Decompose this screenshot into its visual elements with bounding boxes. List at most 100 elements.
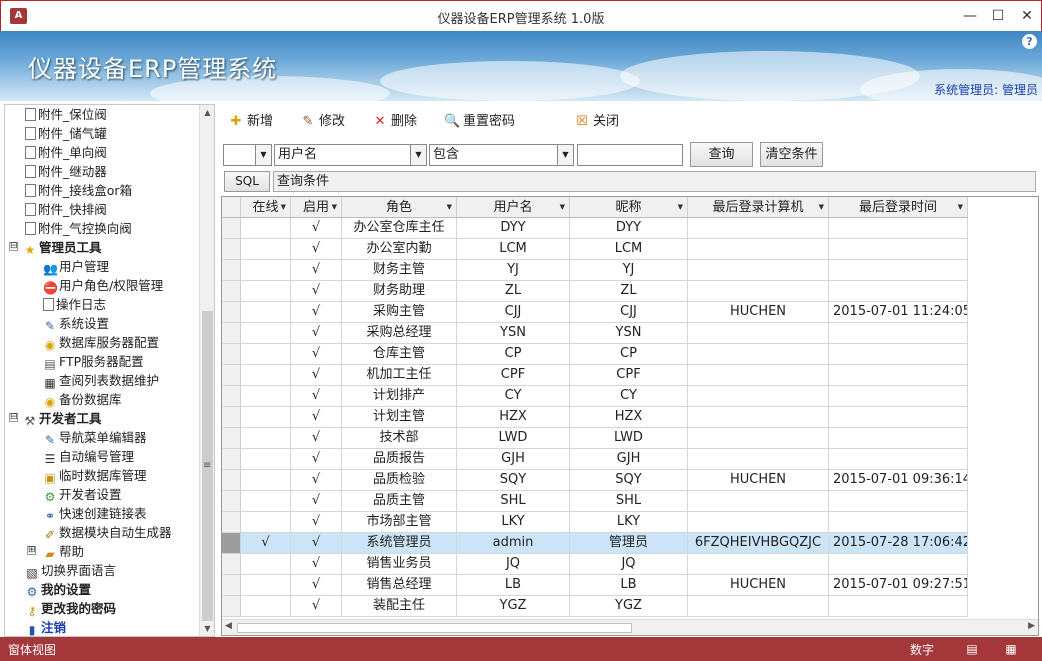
tree-item-system-settings[interactable]: ✎ 系统设置 xyxy=(43,314,109,333)
header-col-last-computer[interactable]: 最后登录计算机 ▼ xyxy=(688,197,829,218)
cell-nickname[interactable]: GJH xyxy=(570,449,688,470)
cell-role[interactable]: 销售总经理 xyxy=(342,575,457,596)
cell-last-computer[interactable] xyxy=(688,344,829,365)
scroll-right-arrow-icon[interactable]: ▶ xyxy=(1028,621,1035,631)
cell-nickname[interactable]: SHL xyxy=(570,491,688,512)
filter-value-input[interactable] xyxy=(577,144,683,166)
row-selector[interactable] xyxy=(222,323,241,344)
cell-last-time[interactable] xyxy=(829,449,968,470)
cell-last-computer[interactable] xyxy=(688,386,829,407)
sql-button[interactable]: SQL xyxy=(224,171,270,192)
cell-last-computer[interactable]: HUCHEN xyxy=(688,302,829,323)
minimize-button[interactable]: — xyxy=(956,5,984,27)
tree-group-help[interactable]: ▰ 帮助 xyxy=(43,542,84,561)
cell-role[interactable]: 财务助理 xyxy=(342,281,457,302)
tree-item[interactable]: 附件_接线盒or箱 xyxy=(25,181,132,200)
cell-last-computer[interactable] xyxy=(688,323,829,344)
tree-item[interactable]: 附件_气控换向阀 xyxy=(25,219,132,238)
cell-online[interactable] xyxy=(241,323,291,344)
cell-username[interactable]: YGZ xyxy=(457,596,570,617)
tree-item-user-management[interactable]: 👥用户管理 xyxy=(43,257,109,276)
cell-last-computer[interactable] xyxy=(688,596,829,617)
cell-nickname[interactable]: HZX xyxy=(570,407,688,428)
cell-last-time[interactable] xyxy=(829,239,968,260)
query-button[interactable]: 查询 xyxy=(690,142,753,167)
cell-last-time[interactable] xyxy=(829,281,968,302)
cell-username[interactable]: LWD xyxy=(457,428,570,449)
cell-role[interactable]: 计划排产 xyxy=(342,386,457,407)
cell-last-time[interactable] xyxy=(829,260,968,281)
cell-username[interactable]: GJH xyxy=(457,449,570,470)
cell-last-time[interactable] xyxy=(829,491,968,512)
cell-online[interactable] xyxy=(241,239,291,260)
cell-last-computer[interactable]: HUCHEN xyxy=(688,575,829,596)
cell-username[interactable]: HZX xyxy=(457,407,570,428)
cell-nickname[interactable]: YSN xyxy=(570,323,688,344)
cell-online[interactable] xyxy=(241,218,291,239)
cell-enabled[interactable]: √ xyxy=(291,365,342,386)
form-view-icon[interactable]: ▤ xyxy=(957,640,987,658)
row-selector[interactable] xyxy=(222,260,241,281)
sort-dropdown-icon[interactable]: ▼ xyxy=(332,197,337,218)
cell-online[interactable] xyxy=(241,260,291,281)
row-selector[interactable] xyxy=(222,449,241,470)
row-selector[interactable] xyxy=(222,554,241,575)
cell-role[interactable]: 机加工主任 xyxy=(342,365,457,386)
tree-item-menu-editor[interactable]: ✎ 导航菜单编辑器 xyxy=(43,428,147,447)
sort-dropdown-icon[interactable]: ▼ xyxy=(281,197,286,218)
cell-role[interactable]: 采购总经理 xyxy=(342,323,457,344)
tree-item-db-server-config[interactable]: ◉ 数据库服务器配置 xyxy=(43,333,159,352)
cell-last-computer[interactable] xyxy=(688,554,829,575)
cell-username[interactable]: LKY xyxy=(457,512,570,533)
cell-online[interactable] xyxy=(241,596,291,617)
cell-last-computer[interactable]: 6FZQHEIVHBGQZJC xyxy=(688,533,829,554)
cell-username[interactable]: ZL xyxy=(457,281,570,302)
row-selector[interactable] xyxy=(222,533,241,554)
cell-role[interactable]: 品质报告 xyxy=(342,449,457,470)
cell-last-computer[interactable] xyxy=(688,218,829,239)
cell-enabled[interactable]: √ xyxy=(291,596,342,617)
cell-last-time[interactable]: 2015-07-01 11:24:05 xyxy=(829,302,968,323)
cell-username[interactable]: YJ xyxy=(457,260,570,281)
tree-item-quick-link-table[interactable]: ⚭ 快速创建链接表 xyxy=(43,504,147,523)
tree-item-ftp-config[interactable]: ▤ FTP服务器配置 xyxy=(43,352,143,371)
cell-nickname[interactable]: CJJ xyxy=(570,302,688,323)
cell-last-time[interactable] xyxy=(829,386,968,407)
tree-item[interactable]: 附件_保位阀 xyxy=(25,105,107,124)
scroll-up-arrow-icon[interactable]: ▲ xyxy=(200,105,214,120)
expand-toggle[interactable]: ⊞ xyxy=(27,546,36,555)
cell-enabled[interactable]: √ xyxy=(291,575,342,596)
cell-enabled[interactable]: √ xyxy=(291,491,342,512)
header-col-enabled[interactable]: 启用 ▼ xyxy=(291,197,342,218)
delete-button[interactable]: ✕ 删除 xyxy=(372,112,417,132)
row-selector[interactable] xyxy=(222,302,241,323)
cell-nickname[interactable]: YJ xyxy=(570,260,688,281)
sort-dropdown-icon[interactable]: ▼ xyxy=(560,197,565,218)
sidebar-scrollbar[interactable]: ▲ ≡ ▼ xyxy=(199,105,214,636)
cell-last-time[interactable]: 2015-07-01 09:36:14 xyxy=(829,470,968,491)
cell-last-time[interactable] xyxy=(829,344,968,365)
row-selector[interactable] xyxy=(222,239,241,260)
tree-item-dev-settings[interactable]: ⚙ 开发者设置 xyxy=(43,485,122,504)
cell-last-computer[interactable] xyxy=(688,260,829,281)
cell-nickname[interactable]: CY xyxy=(570,386,688,407)
cell-online[interactable] xyxy=(241,281,291,302)
cell-username[interactable]: JQ xyxy=(457,554,570,575)
cell-last-computer[interactable] xyxy=(688,239,829,260)
cell-online[interactable] xyxy=(241,470,291,491)
cell-role[interactable]: 市场部主管 xyxy=(342,512,457,533)
maximize-button[interactable]: ☐ xyxy=(984,5,1012,27)
cell-enabled[interactable]: √ xyxy=(291,470,342,491)
tree-item[interactable]: 附件_继动器 xyxy=(25,162,107,181)
new-button[interactable]: ✚ 新增 xyxy=(228,112,273,132)
collapse-toggle[interactable]: ⊟ xyxy=(9,413,18,422)
cell-online[interactable] xyxy=(241,512,291,533)
tree-item[interactable]: 附件_快排阀 xyxy=(25,200,107,219)
cell-username[interactable]: LB xyxy=(457,575,570,596)
cell-role[interactable]: 办公室内勤 xyxy=(342,239,457,260)
cell-enabled[interactable]: √ xyxy=(291,323,342,344)
chevron-down-icon[interactable]: ▼ xyxy=(255,145,271,165)
cell-last-time[interactable]: 2015-07-01 09:27:51 xyxy=(829,575,968,596)
cell-last-computer[interactable]: HUCHEN xyxy=(688,470,829,491)
cell-enabled[interactable]: √ xyxy=(291,554,342,575)
